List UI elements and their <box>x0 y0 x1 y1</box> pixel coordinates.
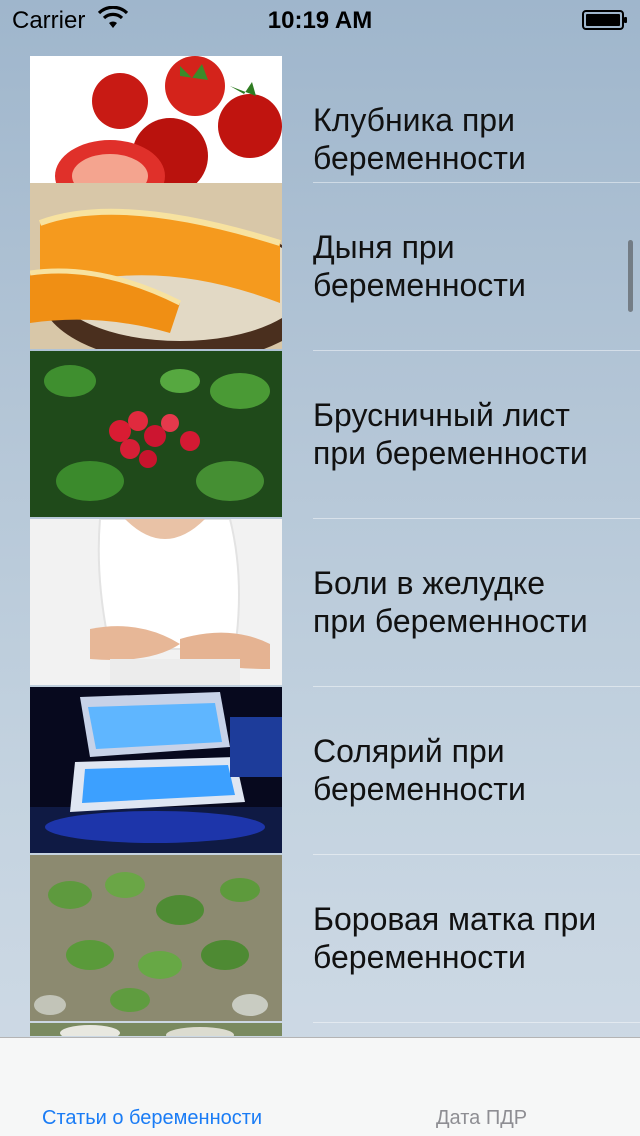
battery-icon <box>582 9 628 30</box>
solarium-thumbnail <box>30 687 282 853</box>
melon-thumbnail <box>30 183 282 349</box>
tab-bar: Статьи о беременности Дата ПДР <box>0 1037 640 1136</box>
list-item[interactable]: Боровая матка при беременности <box>0 855 640 1023</box>
status-bar: Carrier 10:19 AM <box>0 0 640 40</box>
articles-list[interactable]: Клубника при беременности Дыня при берем… <box>0 56 640 1036</box>
list-item[interactable] <box>0 1023 640 1036</box>
article-title: Дыня при беременности <box>313 229 526 303</box>
list-item[interactable]: Дыня при беременности <box>0 183 640 351</box>
stomach-pain-thumbnail <box>30 519 282 685</box>
tab-due-date[interactable]: Дата ПДР <box>436 1107 527 1130</box>
article-title: Солярий при беременности <box>313 733 526 807</box>
app-screen: Carrier 10:19 AM Клубника при беременнос… <box>0 0 640 1136</box>
list-item[interactable]: Боли в желудке при беременности <box>0 519 640 687</box>
status-time: 10:19 AM <box>267 7 373 34</box>
next-article-thumbnail <box>30 1023 282 1036</box>
lingonberry-thumbnail <box>30 351 282 517</box>
tab-articles[interactable]: Статьи о беременности <box>42 1107 262 1130</box>
article-title: Брусничный лист при беременности <box>313 397 588 471</box>
list-item[interactable]: Брусничный лист при беременности <box>0 351 640 519</box>
article-title: Боли в желудке при беременности <box>313 565 588 639</box>
orthilia-plant-thumbnail <box>30 855 282 1021</box>
list-item[interactable]: Солярий при беременности <box>0 687 640 855</box>
scroll-indicator[interactable] <box>628 240 633 312</box>
article-title: Боровая матка при беременности <box>313 901 597 975</box>
